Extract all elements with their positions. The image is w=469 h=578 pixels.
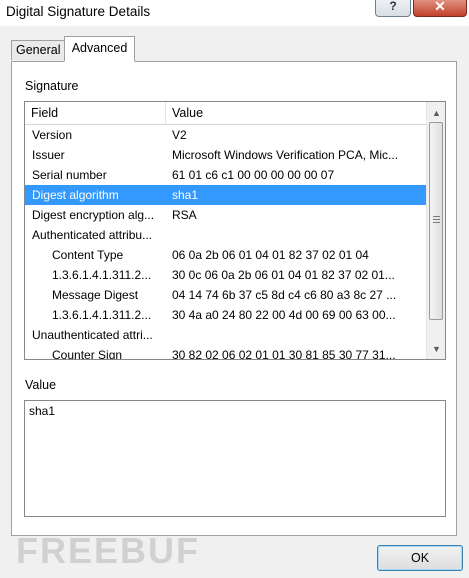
window-title: Digital Signature Details	[6, 4, 151, 19]
tab-general[interactable]: General	[11, 40, 65, 60]
table-row[interactable]: Unauthenticated attri...	[25, 325, 426, 345]
row-value: 04 14 74 6b 37 c5 8d c4 c6 80 a3 8c 27 .…	[172, 288, 397, 302]
column-header-field[interactable]: Field	[25, 102, 166, 124]
table-row[interactable]: Version V2	[25, 125, 426, 145]
table-row[interactable]: Counter Sign 30 82 02 06 02 01 01 30 81 8…	[25, 345, 426, 360]
row-field: Digest encryption alg...	[32, 208, 155, 222]
watermark: FREEBUF	[16, 530, 200, 571]
help-button[interactable]: ?	[375, 0, 411, 17]
row-field: Digest algorithm	[32, 188, 119, 202]
row-field: 1.3.6.1.4.1.311.2...	[52, 308, 152, 322]
table-row[interactable]: Serial number 61 01 c6 c1 00 00 00 00 00 …	[25, 165, 426, 185]
value-textbox[interactable]: sha1	[24, 400, 446, 517]
signature-list[interactable]: Field Value Version V2 Issuer Microsoft Win…	[24, 101, 446, 360]
table-row[interactable]: Authenticated attribu...	[25, 225, 426, 245]
row-field: Counter Sign	[52, 348, 123, 360]
title-bar: Digital Signature Details ? ✕	[0, 0, 469, 26]
row-value: 30 0c 06 0a 2b 06 01 04 01 82 37 02 01..…	[172, 268, 395, 282]
ok-button[interactable]: OK	[377, 545, 463, 571]
list-header: Field Value	[25, 102, 426, 125]
row-value: 30 82 02 06 02 01 01 30 81 85 30 77 31..…	[172, 348, 396, 360]
row-value: RSA	[172, 208, 197, 222]
row-value: Microsoft Windows Verification PCA, Mic.…	[172, 148, 399, 162]
close-icon: ✕	[434, 0, 446, 14]
table-row[interactable]: Content Type 06 0a 2b 06 01 04 01 82 37 0…	[25, 245, 426, 265]
close-button[interactable]: ✕	[413, 0, 467, 17]
row-field: Message Digest	[52, 288, 139, 302]
grip-line	[433, 219, 440, 220]
row-value: V2	[172, 128, 187, 142]
list-rows: Version V2 Issuer Microsoft Windows Verific…	[25, 125, 426, 360]
row-field: Content Type	[52, 248, 124, 262]
scroll-down-icon[interactable]: ▼	[427, 340, 445, 357]
row-field: Authenticated attribu...	[32, 228, 153, 242]
table-row[interactable]: Issuer Microsoft Windows Verification PCA…	[25, 145, 426, 165]
row-field: Issuer	[32, 148, 65, 162]
table-row[interactable]: 1.3.6.1.4.1.311.2... 30 0c 06 0a 2b 06 01…	[25, 265, 426, 285]
vertical-scrollbar[interactable]: ▲ ▼	[426, 102, 445, 359]
grip-line	[433, 222, 440, 223]
table-row[interactable]: 1.3.6.1.4.1.311.2... 30 4a a0 24 80 22 00…	[25, 305, 426, 325]
row-field: Version	[32, 128, 73, 142]
signature-label: Signature	[25, 79, 79, 93]
value-label: Value	[25, 378, 57, 392]
row-value: sha1	[172, 188, 199, 202]
help-icon: ?	[389, 0, 397, 13]
table-row[interactable]: Digest encryption alg... RSA	[25, 205, 426, 225]
column-header-value[interactable]: Value	[166, 102, 426, 124]
table-row[interactable]: Digest algorithm sha1	[25, 185, 426, 205]
row-value: 30 4a a0 24 80 22 00 4d 00 69 00 63 00..…	[172, 308, 396, 322]
tab-advanced[interactable]: Advanced	[64, 36, 135, 62]
row-field: Unauthenticated attri...	[32, 328, 153, 342]
scroll-thumb[interactable]	[429, 122, 443, 320]
scroll-up-icon[interactable]: ▲	[427, 104, 445, 121]
row-field: Serial number	[32, 168, 107, 182]
grip-line	[433, 216, 440, 217]
row-value: 06 0a 2b 06 01 04 01 82 37 02 01 04	[172, 248, 369, 262]
row-value: 61 01 c6 c1 00 00 00 00 00 07	[172, 168, 335, 182]
table-row[interactable]: Message Digest 04 14 74 6b 37 c5 8d c4 c6…	[25, 285, 426, 305]
row-field: 1.3.6.1.4.1.311.2...	[52, 268, 152, 282]
